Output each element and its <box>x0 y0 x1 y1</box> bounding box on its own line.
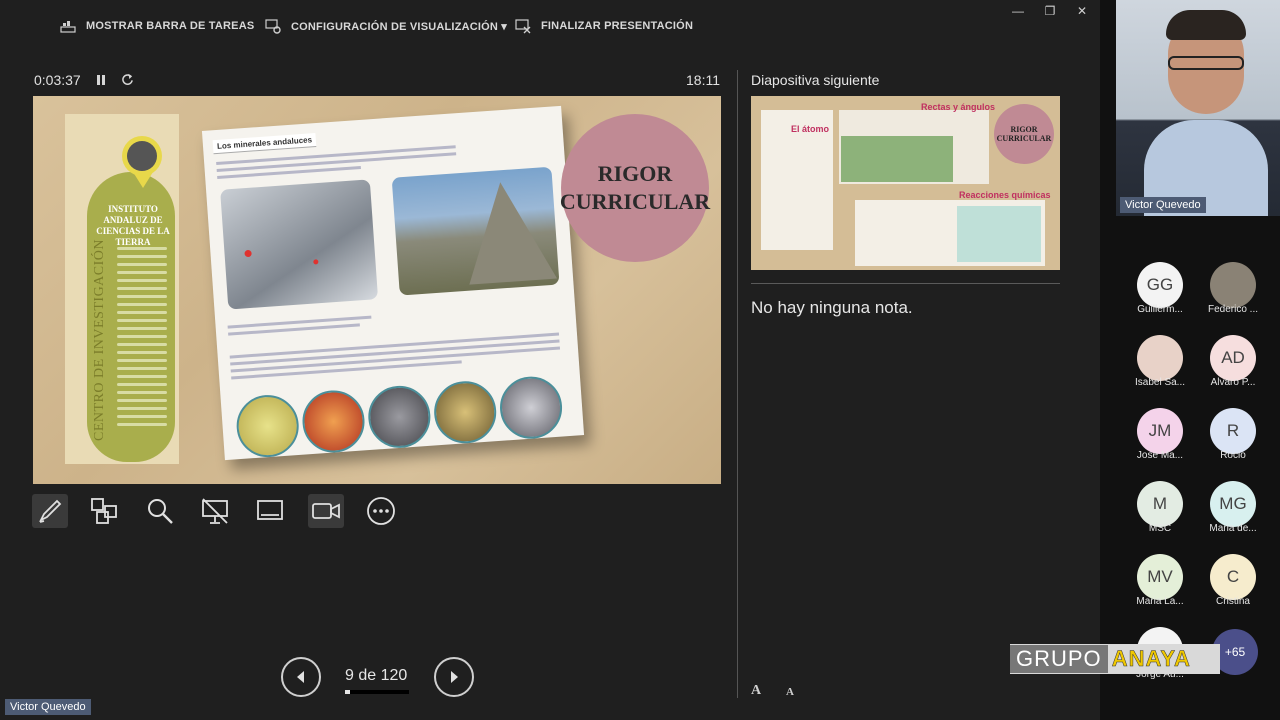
rigor-line-2: CURRICULAR <box>559 189 711 214</box>
mineral-azufre <box>234 393 301 460</box>
thumb-rigor-2: CURRICULAR <box>996 134 1052 143</box>
taskbar-icon <box>60 21 76 33</box>
thumb-title-rectas: Rectas y ángulos <box>921 102 996 112</box>
previous-slide-button[interactable] <box>281 657 321 697</box>
sierra-nevada-photo <box>391 166 560 296</box>
textbook-page: Los minerales andaluces <box>201 105 585 461</box>
slide-progress <box>345 690 409 694</box>
pen-tool-button[interactable] <box>32 494 68 528</box>
next-slide-label: Diapositiva siguiente <box>751 72 880 88</box>
end-presentation-icon <box>515 19 531 34</box>
logo-grupo: GRUPO <box>1010 645 1108 673</box>
logo-anaya: ANAYA <box>1111 646 1191 672</box>
mineral-blenda <box>300 388 367 455</box>
notes-separator <box>751 283 1060 284</box>
end-presentation-label: FINALIZAR PRESENTACIÓN <box>541 20 694 32</box>
more-options-button[interactable] <box>363 494 399 528</box>
more-icon <box>367 497 395 525</box>
participant-name: Maria de... <box>1209 523 1257 534</box>
bookmark-text-lines <box>117 242 167 431</box>
thumb-rigor-badge: RIGOR CURRICULAR <box>994 104 1054 164</box>
thumb-title-reacciones: Reacciones químicas <box>959 190 1051 200</box>
increase-font-button[interactable]: A <box>751 683 761 699</box>
mineral-pirita <box>432 379 499 446</box>
participant-name: Jose Ma... <box>1136 450 1184 461</box>
previous-icon <box>297 671 304 683</box>
participant-avatar[interactable]: GG <box>1137 262 1183 308</box>
next-icon <box>451 671 458 683</box>
bookmark-side-label: CENTRO DE INVESTIGACIÓN <box>92 238 108 442</box>
bookmark-card: INSTITUTO ANDALUZ DE CIENCIAS DE LA TIER… <box>65 114 179 464</box>
camera-feed <box>1116 0 1280 216</box>
caption-lines <box>227 305 468 340</box>
subtitles-icon <box>257 500 283 520</box>
elapsed-timer: 0:03:37 <box>34 72 81 88</box>
camera-name-label: Victor Quevedo <box>1120 197 1206 213</box>
show-taskbar-label: MOSTRAR BARRA DE TAREAS <box>86 20 255 32</box>
thumb-map <box>841 136 953 182</box>
mineral-cuarzo <box>497 374 565 441</box>
body-text-lines <box>229 329 561 384</box>
camera-toggle-button[interactable] <box>308 494 344 528</box>
participant-name: Maria La... <box>1136 596 1184 607</box>
mineral-galena <box>366 383 433 450</box>
black-screen-icon <box>202 498 228 524</box>
thumb-rigor-1: RIGOR <box>1010 125 1038 134</box>
pause-icon[interactable] <box>95 74 107 86</box>
slide-progress-fill <box>345 690 350 694</box>
slides-grid-icon <box>91 498 117 524</box>
restart-icon[interactable] <box>121 73 134 86</box>
current-slide[interactable]: INSTITUTO ANDALUZ DE CIENCIAS DE LA TIER… <box>33 96 721 484</box>
participant-avatar[interactable]: MG <box>1210 481 1256 527</box>
participant-name: Isabel Sa... <box>1134 377 1186 388</box>
display-settings-button[interactable]: CONFIGURACIÓN DE VISUALIZACIÓN ▾ <box>265 14 507 38</box>
minimize-button[interactable]: — <box>1008 4 1028 18</box>
participant-name: Rocio <box>1220 450 1246 461</box>
zoom-button[interactable] <box>142 494 178 528</box>
participant-avatar[interactable]: AD <box>1210 335 1256 381</box>
display-settings-label: CONFIGURACIÓN DE VISUALIZACIÓN ▾ <box>291 20 508 33</box>
subtitles-button[interactable] <box>252 494 288 528</box>
display-settings-icon <box>265 19 281 34</box>
rigor-curricular-badge: RIGOR CURRICULAR <box>559 114 711 262</box>
participant-avatar[interactable]: MV <box>1137 554 1183 600</box>
slide-counter: 9 de 120 <box>345 667 408 684</box>
end-presentation-button[interactable]: FINALIZAR PRESENTACIÓN <box>515 14 693 38</box>
see-all-slides-button[interactable] <box>86 494 122 528</box>
decrease-font-button[interactable]: A <box>786 686 794 698</box>
pen-icon <box>38 499 62 523</box>
participant-name: Guillerm... <box>1137 304 1183 315</box>
pin-photo <box>127 141 157 171</box>
show-taskbar-button[interactable]: MOSTRAR BARRA DE TAREAS <box>60 14 254 38</box>
participant-name: Cristina <box>1216 596 1250 607</box>
zoom-icon <box>148 499 173 524</box>
participant-avatar[interactable] <box>1137 335 1183 381</box>
clock: 18:11 <box>686 72 720 88</box>
camera-icon <box>312 503 340 519</box>
speaker-notes[interactable]: No hay ninguna nota. <box>751 298 913 318</box>
participant-avatar[interactable]: M <box>1137 481 1183 527</box>
participant-avatar[interactable] <box>1210 262 1256 308</box>
crystal-cave-photo <box>220 179 379 310</box>
pin-tip <box>133 172 153 188</box>
participant-avatar[interactable]: JM <box>1137 408 1183 454</box>
black-screen-button[interactable] <box>197 494 233 528</box>
thumb-title-atomo: El átomo <box>791 124 830 134</box>
rigor-line-1: RIGOR <box>597 161 673 186</box>
next-slide-button[interactable] <box>434 657 474 697</box>
participant-name: MSC <box>1148 523 1172 534</box>
participant-name: Federico ... <box>1207 304 1259 315</box>
panel-divider <box>737 70 738 698</box>
close-button[interactable]: ✕ <box>1072 4 1092 18</box>
grupo-anaya-logo: GRUPO ANAYA <box>1010 644 1220 674</box>
participant-name: Alvaro P... <box>1210 377 1256 388</box>
self-name-label: Victor Quevedo <box>5 699 91 715</box>
restore-button[interactable]: ❐ <box>1040 4 1060 18</box>
recycle-icon <box>957 206 1041 262</box>
participant-avatar[interactable]: C <box>1210 554 1256 600</box>
page-tag: Los minerales andaluces <box>212 133 317 155</box>
participant-avatar[interactable]: R <box>1210 408 1256 454</box>
next-slide-preview[interactable]: El átomo Rectas y ángulos RIGOR CURRICUL… <box>751 96 1060 270</box>
